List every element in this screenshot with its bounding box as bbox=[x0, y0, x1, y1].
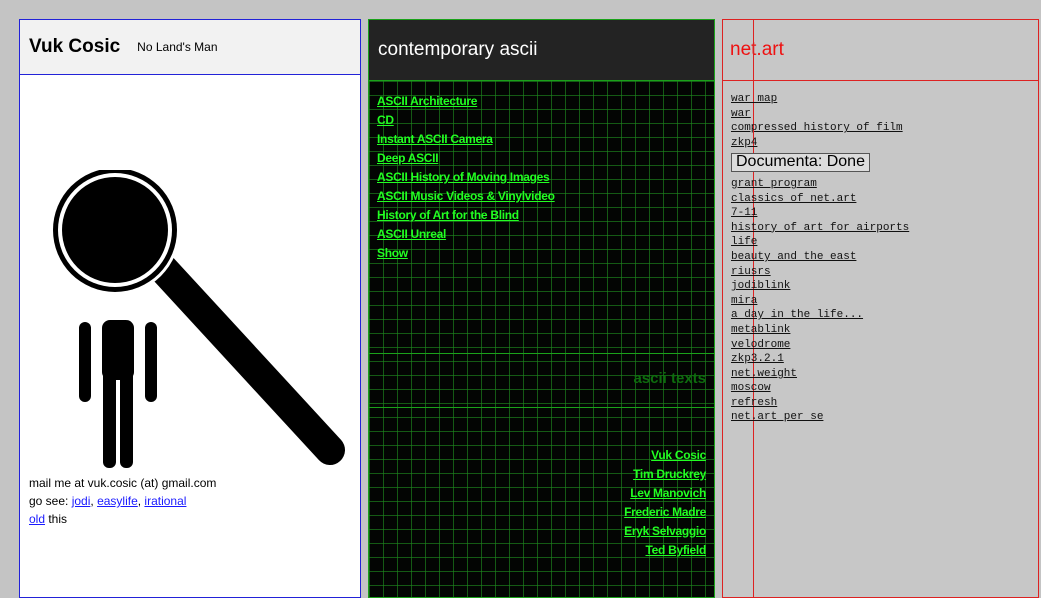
netart-link-a-day-in-the-life[interactable]: a day in the life... bbox=[731, 308, 909, 323]
netart-link-war-map[interactable]: war map bbox=[731, 92, 909, 107]
ascii-link-instant-ascii-camera[interactable]: Instant ASCII Camera bbox=[377, 130, 555, 149]
netart-link-metablink[interactable]: metablink bbox=[731, 323, 909, 338]
netart-link-net-art-per-se[interactable]: net.art per se bbox=[731, 410, 909, 425]
author-link-ted-byfield[interactable]: Ted Byfield bbox=[624, 541, 707, 560]
authors-list: Vuk Cosic Tim Druckrey Lev Manovich Frederi… bbox=[624, 446, 706, 560]
section-title: net.art bbox=[730, 39, 784, 60]
ascii-link-ascii-architecture[interactable]: ASCII Architecture bbox=[377, 92, 555, 111]
netart-link-velodrome[interactable]: velodrome bbox=[731, 338, 909, 353]
contemporary-ascii-panel: contemporary ascii ASCII Architecture CD I… bbox=[368, 19, 715, 598]
author-link-frederic-madre[interactable]: Frederic Madre bbox=[624, 503, 706, 522]
link-irational[interactable]: irational bbox=[144, 494, 186, 508]
ascii-link-ascii-unreal[interactable]: ASCII Unreal bbox=[377, 225, 555, 244]
net-art-links-list: war map war compressed history of film zkp4… bbox=[731, 92, 909, 425]
netart-link-classics-of-net-art[interactable]: classics of net.art bbox=[731, 192, 909, 207]
panel-header: net.art bbox=[723, 20, 1038, 81]
netart-link-riusrs[interactable]: riusrs bbox=[731, 265, 909, 280]
contact-info: mail me at vuk.cosic (at) gmail.com go s… bbox=[29, 474, 216, 528]
vuk-cosic-panel: Vuk Cosic No Land's Man mail me at vuk.c… bbox=[19, 19, 361, 598]
netart-link-jodiblink[interactable]: jodiblink bbox=[731, 279, 909, 294]
status-box: Documenta: Done bbox=[731, 153, 870, 172]
divider bbox=[369, 353, 714, 354]
ascii-link-show[interactable]: Show bbox=[377, 244, 555, 263]
old-line: old this bbox=[29, 510, 216, 528]
author-link-eryk-selvaggio[interactable]: Eryk Selvaggio bbox=[624, 522, 706, 541]
divider bbox=[369, 407, 714, 408]
link-jodi[interactable]: jodi bbox=[72, 494, 91, 508]
section-title: contemporary ascii bbox=[378, 39, 538, 60]
ascii-links-list: ASCII Architecture CD Instant ASCII Camera… bbox=[377, 92, 555, 263]
netart-link-zkp4[interactable]: zkp4 bbox=[731, 136, 909, 151]
ascii-link-history-of-art-for-the-blind[interactable]: History of Art for the Blind bbox=[377, 206, 555, 225]
author-link-lev-manovich[interactable]: Lev Manovich bbox=[624, 484, 706, 503]
ascii-link-deep-ascii[interactable]: Deep ASCII bbox=[377, 149, 555, 168]
netart-link-zkp3-2-1[interactable]: zkp3.2.1 bbox=[731, 352, 909, 367]
author-link-vuk-cosic[interactable]: Vuk Cosic bbox=[624, 446, 706, 465]
old-suffix: this bbox=[45, 512, 68, 526]
tagline: No Land's Man bbox=[137, 40, 218, 54]
ascii-link-ascii-history-of-moving-images[interactable]: ASCII History of Moving Images bbox=[377, 168, 555, 187]
panel-header: contemporary ascii bbox=[369, 20, 714, 81]
netart-link-mira[interactable]: mira bbox=[731, 294, 909, 309]
page-title: Vuk Cosic bbox=[29, 36, 121, 57]
go-see-label: go see: bbox=[29, 494, 72, 508]
netart-link-moscow[interactable]: moscow bbox=[731, 381, 909, 396]
netart-link-7-11[interactable]: 7-11 bbox=[731, 206, 909, 221]
netart-link-life[interactable]: life bbox=[731, 235, 909, 250]
netart-link-grant-program[interactable]: grant program bbox=[731, 177, 909, 192]
go-see-line: go see: jodi, easylife, irational bbox=[29, 494, 187, 508]
netart-link-net-weight[interactable]: net.weight bbox=[731, 367, 909, 382]
netart-link-refresh[interactable]: refresh bbox=[731, 396, 909, 411]
netart-link-history-of-art-for-airports[interactable]: history of art for airports bbox=[731, 221, 909, 236]
netart-link-war[interactable]: war bbox=[731, 107, 909, 122]
net-art-panel: net.art war map war compressed history of … bbox=[722, 19, 1039, 598]
mail-text: mail me at vuk.cosic (at) gmail.com bbox=[29, 476, 217, 490]
ascii-texts-heading: ascii texts bbox=[633, 370, 706, 387]
netart-link-beauty-and-the-east[interactable]: beauty and the east bbox=[731, 250, 909, 265]
netart-link-compressed-history-of-film[interactable]: compressed history of film bbox=[731, 121, 909, 136]
ascii-link-cd[interactable]: CD bbox=[377, 111, 555, 130]
author-link-tim-druckrey[interactable]: Tim Druckrey bbox=[624, 465, 706, 484]
link-old[interactable]: old bbox=[29, 512, 45, 526]
link-easylife[interactable]: easylife bbox=[97, 494, 138, 508]
magnifier-figure-icon bbox=[50, 170, 345, 468]
ascii-link-ascii-music-videos-vinylvideo[interactable]: ASCII Music Videos & Vinylvideo bbox=[377, 187, 555, 206]
panel-header: Vuk Cosic No Land's Man bbox=[20, 20, 360, 75]
